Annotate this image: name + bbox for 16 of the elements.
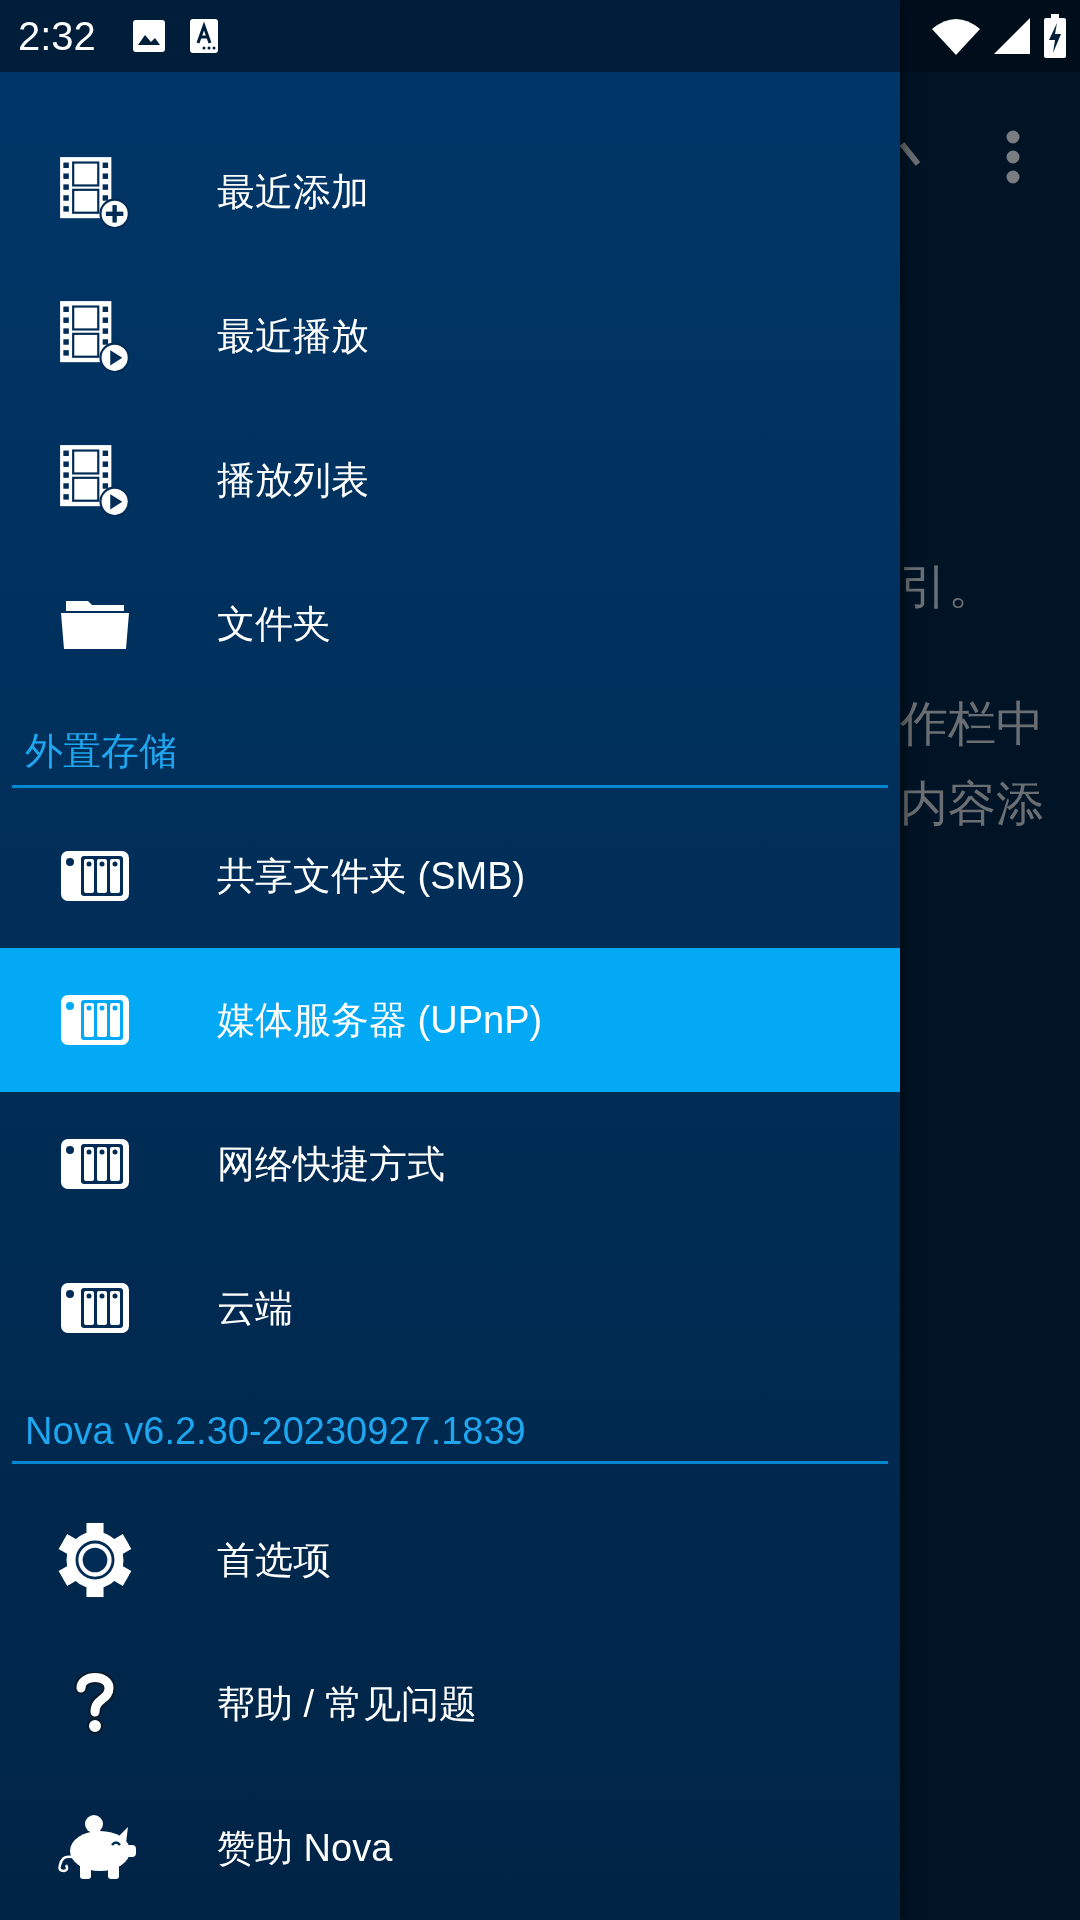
drawer-item[interactable]: 云端 <box>0 1236 900 1380</box>
drawer-item[interactable]: 文件夹 <box>0 552 900 696</box>
drawer-item[interactable]: 共享文件夹 (SMB) <box>0 804 900 948</box>
background-text: 引。 <box>900 559 996 615</box>
drawer-item[interactable]: 帮助 / 常见问题 <box>0 1632 900 1776</box>
drawer-item[interactable]: 最近播放 <box>0 264 900 408</box>
status-time: 2:32 <box>18 13 96 59</box>
section-header: 外置存储 <box>24 729 177 774</box>
drawer-item[interactable]: 网络快捷方式 <box>0 1092 900 1236</box>
drawer-item[interactable]: 最近添加 <box>0 120 900 264</box>
section-header: Nova v6.2.30-20230927.1839 <box>24 1410 526 1454</box>
background-text: 内容添 <box>900 776 1044 832</box>
drawer-item[interactable]: 首选项 <box>0 1488 900 1632</box>
drawer-item[interactable]: 播放列表 <box>0 408 900 552</box>
background-text: 作栏中 <box>900 696 1044 752</box>
drawer-item[interactable]: 赞助 Nova <box>0 1776 900 1920</box>
